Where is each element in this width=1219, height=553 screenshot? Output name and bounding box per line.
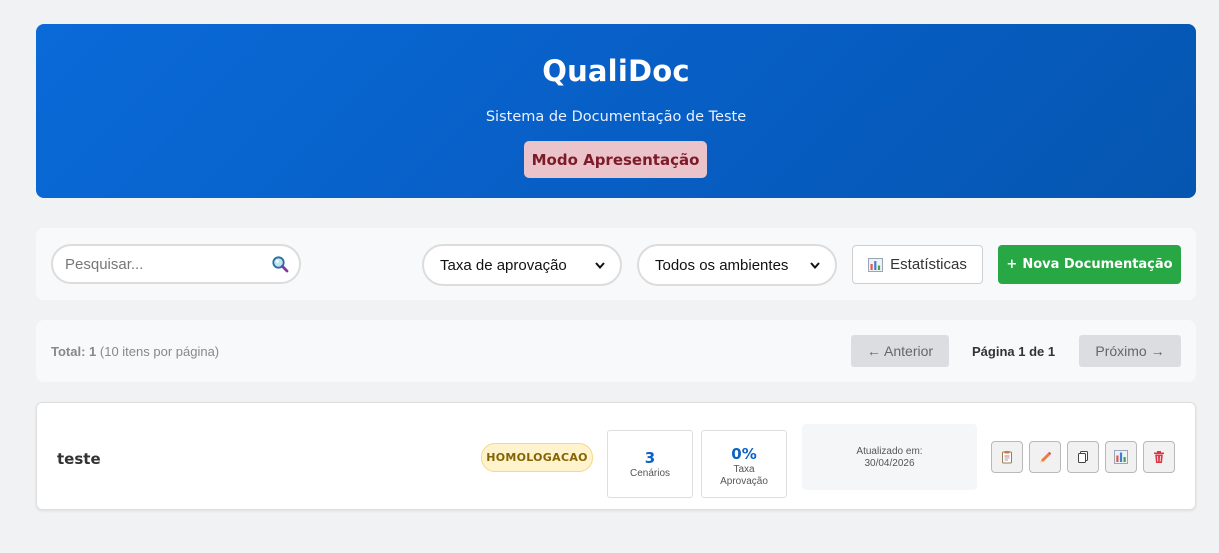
duplicate-button[interactable] bbox=[1067, 441, 1099, 473]
app-header: QualiDoc Sistema de Documentação de Test… bbox=[36, 24, 1196, 198]
copy-icon bbox=[1078, 451, 1088, 463]
statistics-button-label: Estatísticas bbox=[890, 256, 967, 273]
delete-button[interactable] bbox=[1143, 441, 1175, 473]
previous-page-button[interactable]: ← Anterior bbox=[851, 335, 949, 367]
pagination-bar: Total: 1 (10 itens por página) ← Anterio… bbox=[36, 320, 1196, 382]
app-title: QualiDoc bbox=[542, 54, 690, 88]
scenarios-metric: 3 Cenários bbox=[607, 430, 693, 498]
statistics-button[interactable]: Estatísticas bbox=[852, 245, 983, 284]
toolbar: Taxa de aprovação Todos os ambientes Est… bbox=[36, 228, 1196, 300]
new-documentation-button[interactable]: + Nova Documentação bbox=[998, 245, 1181, 284]
updated-label: Atualizado em: bbox=[856, 446, 923, 457]
environment-select[interactable]: Todos os ambientes bbox=[637, 244, 837, 286]
search-box[interactable] bbox=[51, 244, 301, 284]
new-documentation-label: Nova Documentação bbox=[1022, 257, 1173, 272]
edit-button[interactable] bbox=[1029, 441, 1061, 473]
chevron-down-icon bbox=[595, 262, 605, 270]
environment-badge: HOMOLOGACAO bbox=[481, 443, 593, 472]
chevron-down-icon bbox=[810, 262, 820, 270]
next-page-button[interactable]: Próximo → bbox=[1079, 335, 1181, 367]
total-label: Total: 1 bbox=[51, 344, 97, 359]
page-indicator: Página 1 de 1 bbox=[972, 344, 1056, 359]
approval-rate-value: 0% bbox=[731, 445, 757, 463]
view-report-button[interactable] bbox=[991, 441, 1023, 473]
sort-select-value: Taxa de aprovação bbox=[440, 256, 567, 274]
approval-rate-label-2: Aprovação bbox=[720, 476, 768, 487]
pencil-icon bbox=[1040, 451, 1052, 463]
trash-icon bbox=[1154, 451, 1164, 463]
approval-rate-label-1: Taxa bbox=[733, 464, 755, 475]
bar-chart-icon bbox=[868, 257, 884, 272]
plus-icon: + bbox=[1006, 257, 1018, 272]
approval-rate-metric: 0% Taxa Aprovação bbox=[701, 430, 787, 498]
sort-select[interactable]: Taxa de aprovação bbox=[422, 244, 622, 286]
per-page-label: (10 itens por página) bbox=[99, 344, 220, 359]
bar-chart-icon bbox=[1114, 450, 1128, 464]
document-card[interactable]: teste HOMOLOGACAO 3 Cenários 0% Taxa Apr… bbox=[36, 402, 1196, 510]
scenarios-label: Cenários bbox=[629, 468, 671, 479]
scenarios-value: 3 bbox=[644, 449, 656, 467]
search-input[interactable] bbox=[65, 246, 265, 282]
statistics-action-button[interactable] bbox=[1105, 441, 1137, 473]
presentation-mode-button[interactable]: Modo Apresentação bbox=[524, 141, 707, 178]
magnifier-icon[interactable] bbox=[271, 255, 289, 273]
app-subtitle: Sistema de Documentação de Teste bbox=[485, 109, 747, 125]
environment-select-value: Todos os ambientes bbox=[655, 256, 789, 274]
total-count: Total: 1 (10 itens por página) bbox=[51, 344, 219, 359]
updated-date: 30/04/2026 bbox=[864, 458, 915, 469]
document-title[interactable]: teste bbox=[57, 450, 101, 468]
updated-info: Atualizado em: 30/04/2026 bbox=[802, 424, 977, 490]
clipboard-icon bbox=[1002, 451, 1012, 464]
